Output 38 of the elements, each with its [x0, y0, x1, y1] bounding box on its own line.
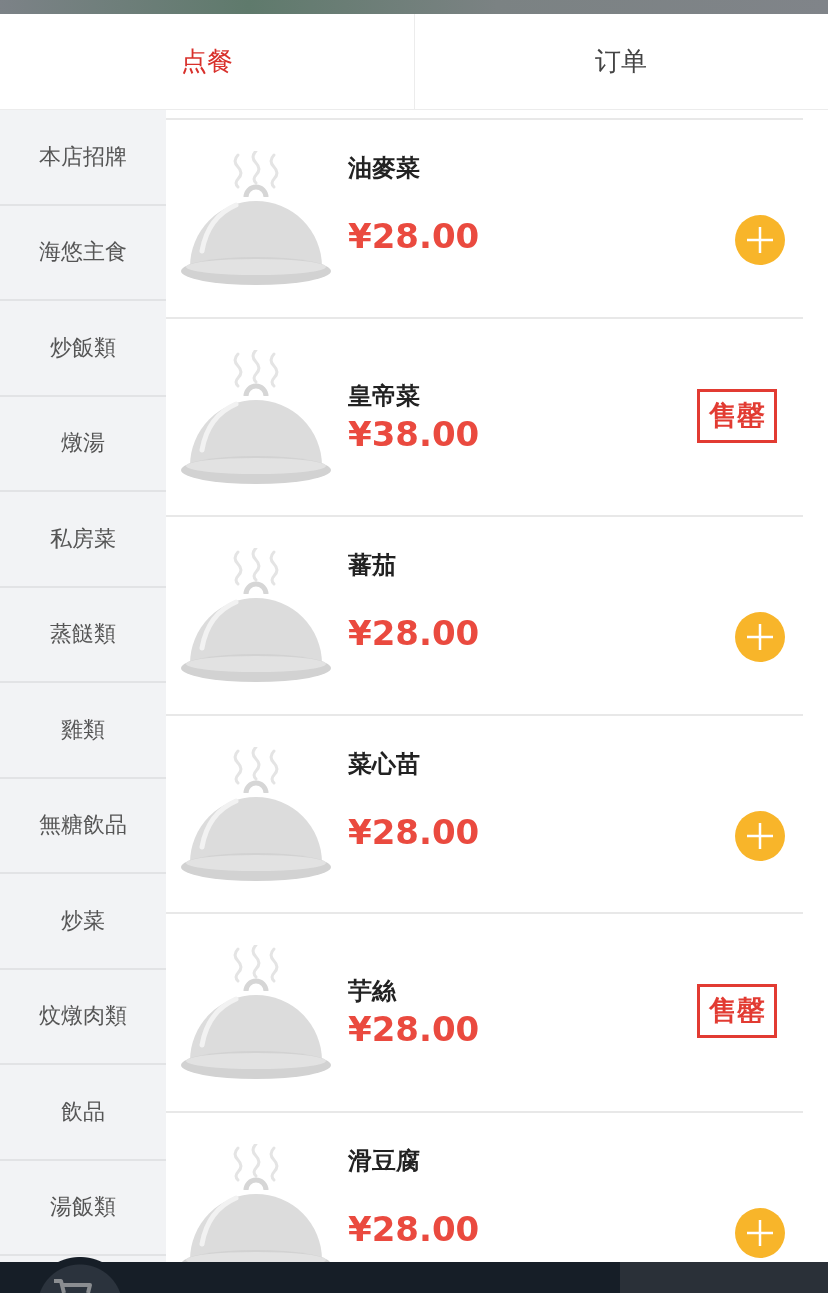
- cloche-icon: [180, 349, 332, 486]
- dish-name: 滑豆腐: [348, 1145, 420, 1177]
- dish-name: 蕃茄: [348, 550, 396, 581]
- dish-name: 芋絲: [348, 976, 396, 1007]
- category-item[interactable]: 飲品: [0, 1065, 166, 1161]
- cart-icon: [52, 1279, 92, 1293]
- add-button[interactable]: [735, 810, 785, 861]
- cloche-icon: [180, 548, 332, 684]
- dish-name: 菜心苗: [348, 748, 420, 780]
- add-button[interactable]: [735, 612, 785, 662]
- category-item[interactable]: 炒菜: [0, 874, 166, 970]
- tab[interactable]: 点餐: [0, 14, 414, 109]
- add-button[interactable]: [735, 215, 785, 265]
- category-item[interactable]: 私房菜: [0, 492, 166, 588]
- category-item[interactable]: 本店招牌: [0, 110, 166, 206]
- sold-out-label: 售罄: [697, 388, 777, 443]
- dish-price: ¥28.00: [348, 811, 480, 852]
- category-item[interactable]: 雞類: [0, 683, 166, 779]
- cloche-icon: [180, 151, 332, 287]
- category-item[interactable]: 燉湯: [0, 396, 166, 492]
- sold-out-label: 售罄: [697, 984, 777, 1038]
- category-item[interactable]: 炒飯類: [0, 301, 166, 397]
- cloche-icon: [180, 945, 332, 1081]
- category-item[interactable]: 海悠主食: [0, 205, 166, 301]
- dish-price: ¥28.00: [348, 1009, 480, 1049]
- dish-price: ¥28.00: [348, 613, 480, 653]
- dish-price: ¥38.00: [348, 413, 480, 454]
- category-item[interactable]: 炆燉肉類: [0, 969, 166, 1065]
- cloche-icon: [180, 746, 332, 883]
- dish-name: 皇帝菜: [348, 380, 420, 412]
- dish-price: ¥28.00: [348, 216, 480, 256]
- category-item[interactable]: 無糖飲品: [0, 778, 166, 874]
- category-item[interactable]: 蒸餸類: [0, 587, 166, 683]
- tab[interactable]: 订单: [413, 14, 828, 109]
- add-button[interactable]: [735, 1207, 785, 1258]
- dish-name: 油麥菜: [348, 153, 420, 184]
- dish-price: ¥28.00: [348, 1208, 480, 1249]
- checkout-button[interactable]: [620, 1262, 828, 1293]
